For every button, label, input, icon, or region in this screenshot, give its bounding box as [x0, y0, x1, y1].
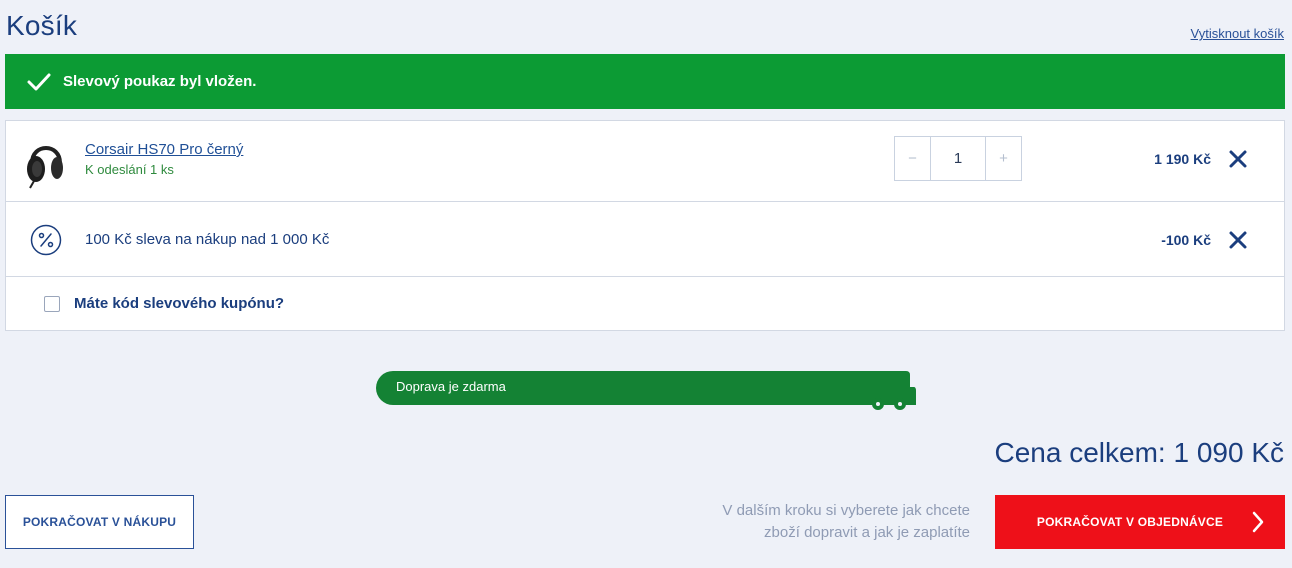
continue-shopping-button[interactable]: POKRAČOVAT V NÁKUPU — [5, 495, 194, 549]
item-price: 1 190 Kč — [1154, 151, 1211, 167]
next-step-hint: V dalším kroku si vyberete jak chcete zb… — [670, 500, 970, 544]
free-shipping-indicator: Doprava je zdarma — [376, 369, 916, 413]
discount-row: 100 Kč sleva na nákup nad 1 000 Kč -100 … — [6, 202, 1284, 277]
quantity-input[interactable]: 1 — [930, 137, 986, 180]
continue-order-label: POKRAČOVAT V OBJEDNÁVCE — [1036, 515, 1224, 529]
total-price: Cena celkem: 1 090 Kč — [994, 437, 1285, 468]
print-cart-link[interactable]: Vytisknout košík — [1191, 26, 1284, 41]
coupon-label[interactable]: Máte kód slevového kupónu? — [74, 295, 284, 312]
chevron-right-icon — [1252, 511, 1264, 533]
alert-message: Slevový poukaz byl vložen. — [63, 73, 257, 90]
shipping-label: Doprava je zdarma — [396, 379, 506, 394]
coupon-checkbox[interactable] — [44, 296, 60, 312]
quantity-stepper: − 1 + — [894, 136, 1022, 181]
product-link[interactable]: Corsair HS70 Pro černý — [85, 141, 243, 158]
remove-item-close-icon[interactable] — [1228, 149, 1248, 169]
discount-label: 100 Kč sleva na nákup nad 1 000 Kč — [85, 231, 330, 248]
page-title: Košík — [6, 10, 78, 41]
hint-line-1: V dalším kroku si vyberete jak chcete — [722, 502, 970, 519]
continue-order-button[interactable]: POKRAČOVAT V OBJEDNÁVCE — [995, 495, 1285, 549]
decrease-quantity-button[interactable]: − — [895, 137, 930, 180]
success-alert: Slevový poukaz byl vložen. — [5, 54, 1285, 109]
coupon-row: Máte kód slevového kupónu? — [6, 277, 1284, 331]
discount-price: -100 Kč — [1161, 232, 1211, 248]
checkmark-icon — [27, 73, 51, 90]
headset-icon[interactable] — [24, 133, 68, 189]
remove-discount-close-icon[interactable] — [1228, 230, 1248, 250]
truck-icon — [872, 371, 916, 410]
cart-list: Corsair HS70 Pro černý K odeslání 1 ks −… — [5, 120, 1285, 331]
increase-quantity-button[interactable]: + — [986, 137, 1021, 180]
availability-text: K odeslání 1 ks — [85, 162, 174, 177]
percent-icon — [30, 224, 62, 256]
hint-line-2: zboží dopravit a jak je zaplatíte — [764, 524, 970, 541]
cart-item-row: Corsair HS70 Pro černý K odeslání 1 ks −… — [6, 121, 1284, 202]
